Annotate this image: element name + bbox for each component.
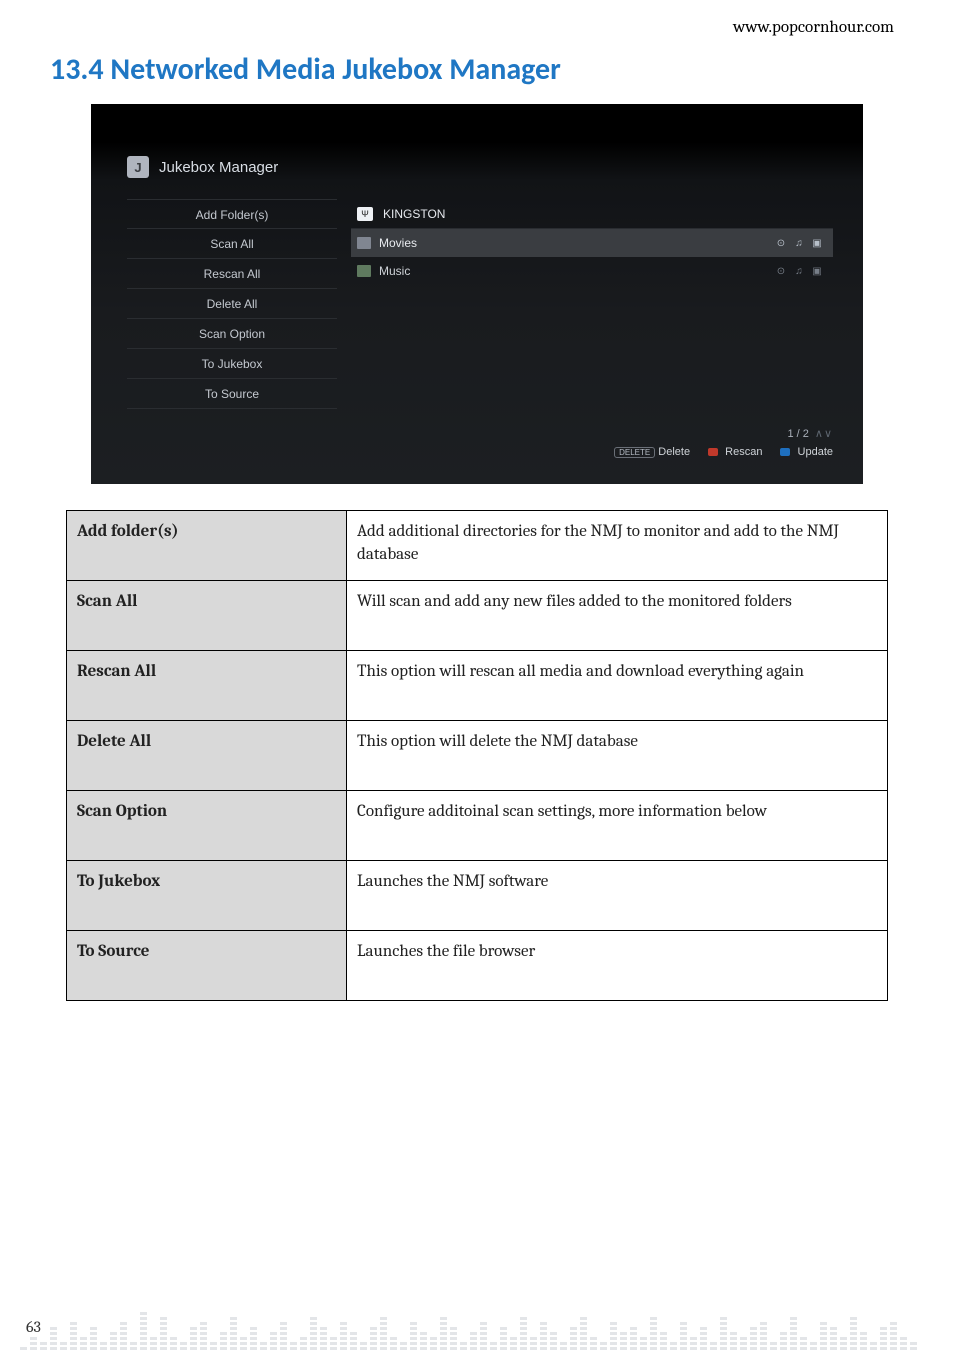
row-label: Scan All: [67, 581, 347, 651]
row-label: Add folder(s): [67, 511, 347, 581]
type-icons: ⊙ ♫ ▣: [775, 265, 823, 277]
left-menu: Add Folder(s) Scan All Rescan All Delete…: [127, 199, 337, 409]
delete-key-icon: DELETE: [614, 447, 655, 458]
row-desc: Launches the NMJ software: [347, 861, 888, 931]
music-icon: ♫: [793, 237, 805, 249]
pager-arrows-icon: ∧∨: [815, 427, 833, 440]
blue-dot-icon: [780, 448, 790, 456]
pager: 1 / 2 ∧∨: [787, 427, 833, 440]
row-label: Delete All: [67, 721, 347, 791]
screenshot-container: J Jukebox Manager Add Folder(s) Scan All…: [87, 100, 867, 488]
equalizer-graphic: [20, 1215, 954, 1350]
menu-rescan-all[interactable]: Rescan All: [127, 259, 337, 289]
table-row: To Jukebox Launches the NMJ software: [67, 861, 888, 931]
row-desc: This option will delete the NMJ database: [347, 721, 888, 791]
section-heading: 13.4 Networked Media Jukebox Manager: [0, 37, 954, 100]
photo-icon: ▣: [811, 265, 823, 277]
page-footer: 63: [0, 1205, 954, 1350]
drive-name: KINGSTON: [383, 207, 445, 221]
legend-delete: DELETE Delete: [614, 446, 690, 458]
legend-rescan: Rescan: [708, 446, 762, 458]
row-label: To Source: [67, 931, 347, 1001]
row-desc: Launches the file browser: [347, 931, 888, 1001]
app-title-row: J Jukebox Manager: [127, 156, 278, 178]
table-row: Rescan All This option will rescan all m…: [67, 651, 888, 721]
legend-update: Update: [780, 446, 833, 458]
right-panel: Ψ KINGSTON Movies ⊙ ♫ ▣ Music ⊙ ♫ ▣: [351, 199, 833, 285]
delete-label: Delete: [658, 446, 690, 458]
menu-scan-all[interactable]: Scan All: [127, 229, 337, 259]
app-title: Jukebox Manager: [159, 159, 278, 176]
menu-scan-option[interactable]: Scan Option: [127, 319, 337, 349]
table-row: To Source Launches the file browser: [67, 931, 888, 1001]
description-table: Add folder(s) Add additional directories…: [66, 510, 888, 1001]
drive-row[interactable]: Ψ KINGSTON: [351, 199, 833, 229]
table-row: Delete All This option will delete the N…: [67, 721, 888, 791]
folder-row-movies[interactable]: Movies ⊙ ♫ ▣: [351, 229, 833, 257]
menu-delete-all[interactable]: Delete All: [127, 289, 337, 319]
video-icon: ⊙: [775, 237, 787, 249]
folder-row-music[interactable]: Music ⊙ ♫ ▣: [351, 257, 833, 285]
menu-to-source[interactable]: To Source: [127, 379, 337, 409]
type-icons: ⊙ ♫ ▣: [775, 237, 823, 249]
header-url: www.popcornhour.com: [0, 0, 954, 37]
row-label: Scan Option: [67, 791, 347, 861]
pager-text: 1 / 2: [787, 428, 808, 440]
row-label: To Jukebox: [67, 861, 347, 931]
update-label: Update: [798, 446, 833, 458]
red-dot-icon: [708, 448, 718, 456]
menu-add-folders[interactable]: Add Folder(s): [127, 199, 337, 229]
screenshot-footer: 1 / 2 ∧∨ DELETE Delete Rescan Update: [614, 427, 833, 458]
table-row: Add folder(s) Add additional directories…: [67, 511, 888, 581]
folder-icon: [357, 237, 371, 249]
app-icon: J: [127, 156, 149, 178]
share-icon: [357, 265, 371, 277]
usb-icon: Ψ: [357, 207, 373, 221]
row-desc: Add additional directories for the NMJ t…: [347, 511, 888, 581]
table-row: Scan Option Configure additoinal scan se…: [67, 791, 888, 861]
row-label: Rescan All: [67, 651, 347, 721]
row-desc: Configure additoinal scan settings, more…: [347, 791, 888, 861]
row-desc: This option will rescan all media and do…: [347, 651, 888, 721]
row-desc: Will scan and add any new files added to…: [347, 581, 888, 651]
music-icon: ♫: [793, 265, 805, 277]
app-screenshot: J Jukebox Manager Add Folder(s) Scan All…: [91, 104, 863, 484]
menu-to-jukebox[interactable]: To Jukebox: [127, 349, 337, 379]
photo-icon: ▣: [811, 237, 823, 249]
folder-label: Movies: [379, 236, 417, 250]
folder-label: Music: [379, 264, 410, 278]
page-number: 63: [26, 1318, 41, 1336]
table-row: Scan All Will scan and add any new files…: [67, 581, 888, 651]
legend: DELETE Delete Rescan Update: [614, 446, 833, 458]
video-icon: ⊙: [775, 265, 787, 277]
rescan-label: Rescan: [725, 446, 762, 458]
